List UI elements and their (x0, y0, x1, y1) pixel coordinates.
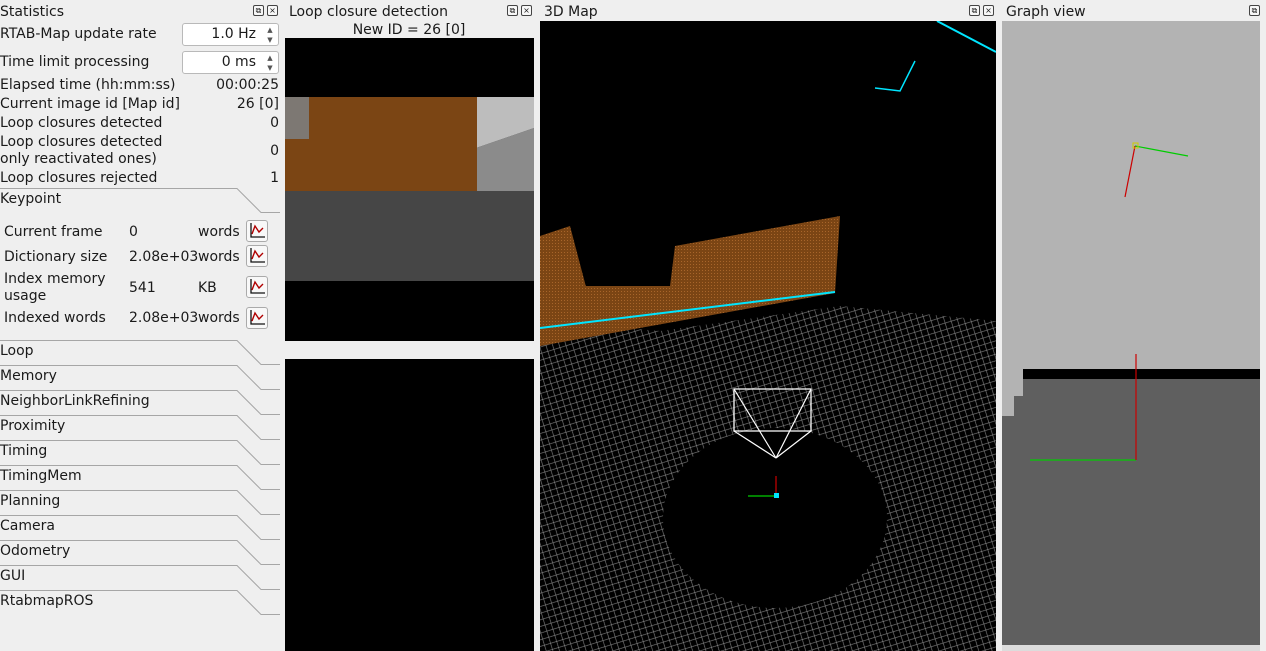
graph-scrollbar[interactable] (1002, 645, 1260, 651)
update-rate-label: RTAB-Map update rate (0, 26, 157, 42)
group-odometry[interactable]: Odometry (0, 540, 280, 565)
group-memory[interactable]: Memory (0, 365, 280, 390)
group-label: Camera (0, 518, 55, 534)
group-neighbor-link-refining[interactable]: NeighborLinkRefining (0, 390, 280, 415)
kp-dictionary-size-unit: words (198, 249, 240, 265)
group-label: Memory (0, 368, 57, 384)
graph-title: Graph view (1006, 4, 1086, 20)
group-label: Proximity (0, 418, 66, 434)
kp-indexed-words-name: Indexed words (4, 310, 106, 326)
close-icon[interactable]: × (983, 5, 994, 16)
spin-up-icon[interactable]: ▲ (265, 54, 275, 62)
kp-current-frame-value: 0 (129, 224, 138, 240)
group-keypoint-label: Keypoint (0, 191, 62, 207)
group-camera[interactable]: Camera (0, 515, 280, 540)
map3d-title: 3D Map (544, 4, 598, 20)
graph-canvas (1002, 21, 1260, 646)
plot-button[interactable] (246, 307, 268, 329)
spin-down-icon[interactable]: ▼ (265, 36, 275, 44)
current-image-value: 26 [0] (236, 96, 279, 112)
statistics-panel: Statistics ⧉ × RTAB-Map update rate 1.0 … (0, 0, 284, 651)
group-proximity[interactable]: Proximity (0, 415, 280, 440)
new-image-view[interactable] (285, 38, 534, 341)
close-icon[interactable]: × (521, 5, 532, 16)
loop-rejected-label: Loop closures rejected (0, 170, 158, 186)
camera-image (285, 38, 534, 341)
plot-icon (250, 223, 265, 238)
kp-indexed-words-unit: words (198, 310, 240, 326)
update-rate-value: 1.0 Hz (211, 26, 256, 42)
group-tab-outline (0, 340, 280, 365)
kp-current-frame-name: Current frame (4, 224, 103, 240)
loop-reactivated-label-2: only reactivated ones) (0, 151, 157, 167)
spin-down-icon[interactable]: ▼ (265, 64, 275, 72)
kp-index-memory-name-1: Index memory (4, 271, 106, 287)
plot-button[interactable] (246, 245, 268, 267)
loop-rejected-value: 1 (270, 170, 279, 186)
statistics-title: Statistics (0, 4, 64, 20)
loop-closure-panel: Loop closure detection ⧉ × New ID = 26 [… (285, 0, 537, 651)
group-label: Loop (0, 343, 34, 359)
kp-current-frame-unit: words (198, 224, 240, 240)
kp-dictionary-size-value: 2.08e+03 (129, 249, 199, 265)
float-icon[interactable]: ⧉ (253, 5, 264, 16)
elapsed-value: 00:00:25 (216, 77, 279, 93)
group-label: GUI (0, 568, 26, 584)
loop-detected-label: Loop closures detected (0, 115, 163, 131)
elapsed-label: Elapsed time (hh:mm:ss) (0, 77, 176, 93)
kp-index-memory-unit: KB (198, 280, 217, 296)
map3d-view[interactable] (540, 21, 996, 651)
time-limit-spinbox[interactable]: 0 ms ▲ ▼ (182, 51, 279, 74)
new-id-label: New ID = 26 [0] (352, 22, 466, 38)
loop-image-view[interactable] (285, 359, 534, 651)
kp-index-memory-name-2: usage (4, 288, 47, 304)
kp-index-memory-value: 541 (129, 280, 156, 296)
plot-button[interactable] (246, 220, 268, 242)
plot-icon (250, 279, 265, 294)
loop-closure-title: Loop closure detection (289, 4, 448, 20)
plot-icon (250, 310, 265, 325)
map3d-panel: 3D Map ⧉ × (540, 0, 1000, 651)
loop-reactivated-label-1: Loop closures detected (0, 134, 163, 150)
group-gui[interactable]: GUI (0, 565, 280, 590)
time-limit-value: 0 ms (221, 54, 256, 70)
group-timing-mem[interactable]: TimingMem (0, 465, 280, 490)
group-rtabmap-ros[interactable]: RtabmapROS (0, 590, 280, 615)
close-icon[interactable]: × (267, 5, 278, 16)
group-label: Odometry (0, 543, 71, 559)
group-label: Planning (0, 493, 61, 509)
group-keypoint[interactable]: Keypoint (0, 188, 280, 213)
float-icon[interactable]: ⧉ (969, 5, 980, 16)
group-label: TimingMem (0, 468, 82, 484)
loop-reactivated-value: 0 (270, 143, 279, 159)
plot-icon (250, 248, 265, 263)
group-label: Timing (0, 443, 48, 459)
group-tab-outline (0, 565, 280, 590)
kp-dictionary-size-name: Dictionary size (4, 249, 108, 265)
float-icon[interactable]: ⧉ (507, 5, 518, 16)
group-label: RtabmapROS (0, 593, 94, 609)
current-image-label: Current image id [Map id] (0, 96, 181, 112)
plot-button[interactable] (246, 276, 268, 298)
spin-up-icon[interactable]: ▲ (265, 26, 275, 34)
loop-detected-value: 0 (270, 115, 279, 131)
point-cloud (540, 21, 996, 651)
update-rate-spinbox[interactable]: 1.0 Hz ▲ ▼ (182, 23, 279, 46)
graph-panel: Graph view ⧉ (1002, 0, 1266, 651)
group-planning[interactable]: Planning (0, 490, 280, 515)
group-loop[interactable]: Loop (0, 340, 280, 365)
group-label: NeighborLinkRefining (0, 393, 150, 409)
kp-indexed-words-value: 2.08e+03 (129, 310, 199, 326)
time-limit-label: Time limit processing (0, 54, 150, 70)
group-timing[interactable]: Timing (0, 440, 280, 465)
float-icon[interactable]: ⧉ (1249, 5, 1260, 16)
graph-view[interactable] (1002, 21, 1260, 646)
